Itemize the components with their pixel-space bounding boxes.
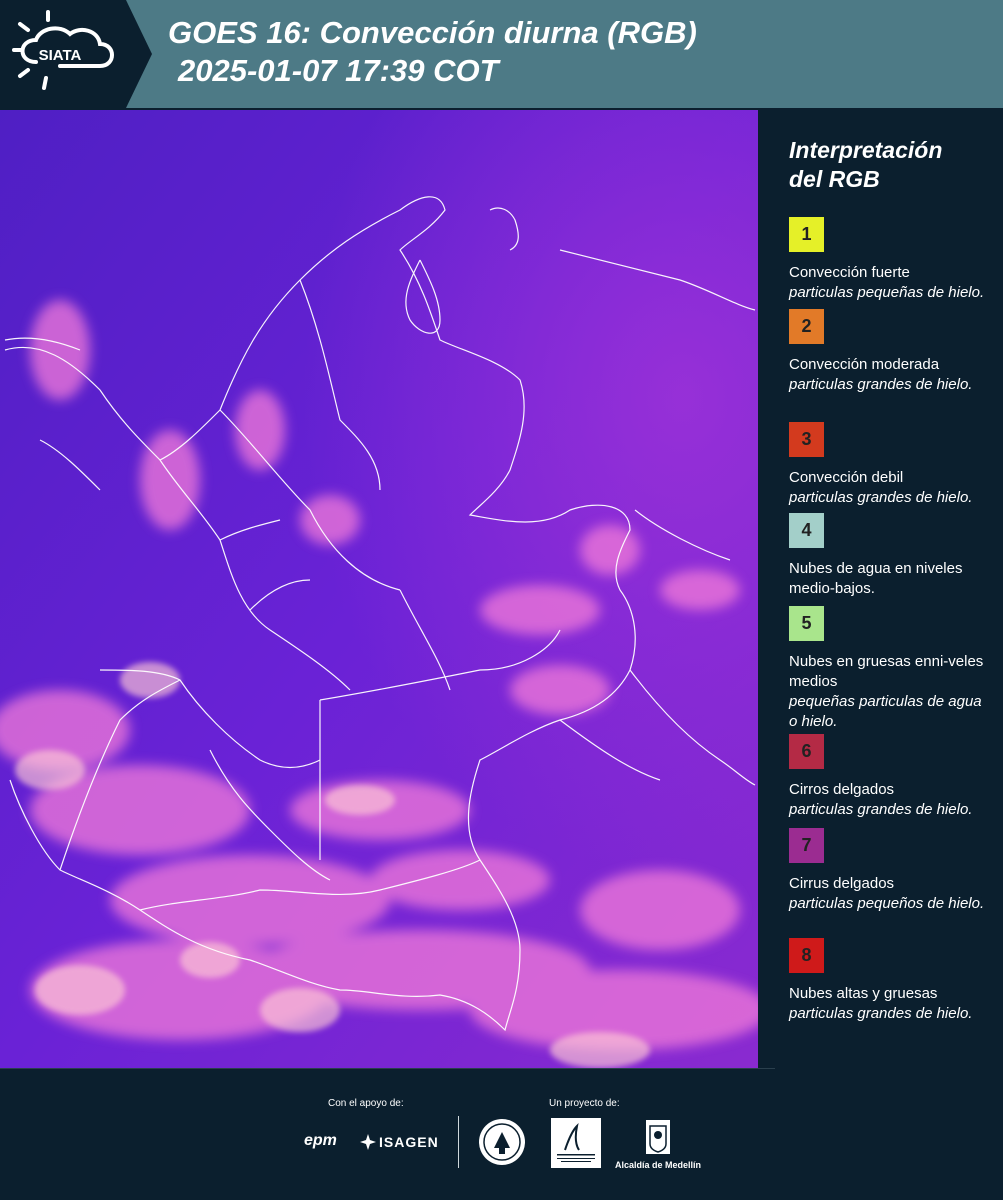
legend-sub: particulas pequeñas de hielo. xyxy=(789,284,985,301)
legend-panel: Interpretación del RGB 1 Convección fuer… xyxy=(770,110,995,1068)
legend-sub: particulas grandes de hielo. xyxy=(789,376,973,393)
legend-swatch: 3 xyxy=(789,422,824,457)
legend-label: Cirros delgados xyxy=(789,781,895,798)
alcaldia-medellin-logo[interactable]: Alcaldía de Medellín xyxy=(613,1118,703,1178)
isagen-logo[interactable]: ISAGEN xyxy=(379,1134,439,1150)
legend-item-5: 5 Nubes en gruesas enni-veles medios peq… xyxy=(789,606,989,732)
title-line-2: 2025-01-07 17:39 COT xyxy=(178,53,499,88)
legend-sub: particulas pequeños de hielo. xyxy=(789,895,985,912)
legend-swatch: 2 xyxy=(789,309,824,344)
legend-item-1: 1 Convección fuerte particulas pequeñas … xyxy=(789,217,989,303)
legend-label: Convección moderada xyxy=(789,356,940,373)
siata-logo[interactable]: SIATA xyxy=(0,0,152,108)
title-line-1: GOES 16: Convección diurna (RGB) xyxy=(168,15,697,50)
support-label: Con el apoyo de: xyxy=(328,1098,404,1109)
legend-label: Nubes en gruesas enni-veles medios xyxy=(789,653,984,690)
legend-item-6: 6 Cirros delgados particulas grandes de … xyxy=(789,734,989,820)
legend-item-2: 2 Convección moderada particulas grandes… xyxy=(789,309,989,395)
satellite-image xyxy=(0,110,758,1068)
area-metropolitana-logo[interactable] xyxy=(551,1118,601,1168)
legend-label: Nubes de agua en niveles medio-bajos. xyxy=(789,560,963,597)
legend-swatch: 4 xyxy=(789,513,824,548)
legend-item-7: 7 Cirrus delgados particulas pequeños de… xyxy=(789,828,989,914)
footer: Con el apoyo de: Un proyecto de: epm ISA… xyxy=(0,1068,1003,1200)
legend-item-4: 4 Nubes de agua en niveles medio-bajos. xyxy=(789,513,989,599)
legend-swatch: 6 xyxy=(789,734,824,769)
legend-sub: particulas grandes de hielo. xyxy=(789,1005,973,1022)
legend-label: Convección fuerte xyxy=(789,264,910,281)
logo-divider xyxy=(458,1116,459,1168)
footer-divider xyxy=(0,1068,775,1069)
header-bar: SIATA GOES 16: Convección diurna (RGB) 2… xyxy=(0,0,1003,108)
logo-text: SIATA xyxy=(39,47,82,64)
legend-title-line-2: del RGB xyxy=(789,166,880,192)
university-seal-icon[interactable] xyxy=(478,1118,526,1166)
epm-logo[interactable]: epm xyxy=(304,1132,337,1150)
legend-swatch: 5 xyxy=(789,606,824,641)
legend-label: Convección debil xyxy=(789,469,904,486)
legend-sub: particulas grandes de hielo. xyxy=(789,801,973,818)
alcaldia-label: Alcaldía de Medellín xyxy=(614,1160,702,1170)
isagen-icon xyxy=(360,1134,376,1150)
page-title: GOES 16: Convección diurna (RGB) 2025-01… xyxy=(168,14,697,90)
legend-swatch: 8 xyxy=(789,938,824,973)
legend-label: Cirrus delgados xyxy=(789,875,895,892)
satellite-map[interactable] xyxy=(0,110,758,1068)
legend-sub: pequeñas particulas de agua o hielo. xyxy=(789,693,982,730)
legend-sub: particulas grandes de hielo. xyxy=(789,489,973,506)
legend-title: Interpretación del RGB xyxy=(789,136,942,194)
project-label: Un proyecto de: xyxy=(549,1098,620,1109)
legend-item-8: 8 Nubes altas y gruesas particulas grand… xyxy=(789,938,989,1024)
legend-swatch: 7 xyxy=(789,828,824,863)
legend-label: Nubes altas y gruesas xyxy=(789,985,938,1002)
legend-title-line-1: Interpretación xyxy=(789,137,943,163)
legend-item-3: 3 Convección debil particulas grandes de… xyxy=(789,422,989,508)
legend-swatch: 1 xyxy=(789,217,824,252)
